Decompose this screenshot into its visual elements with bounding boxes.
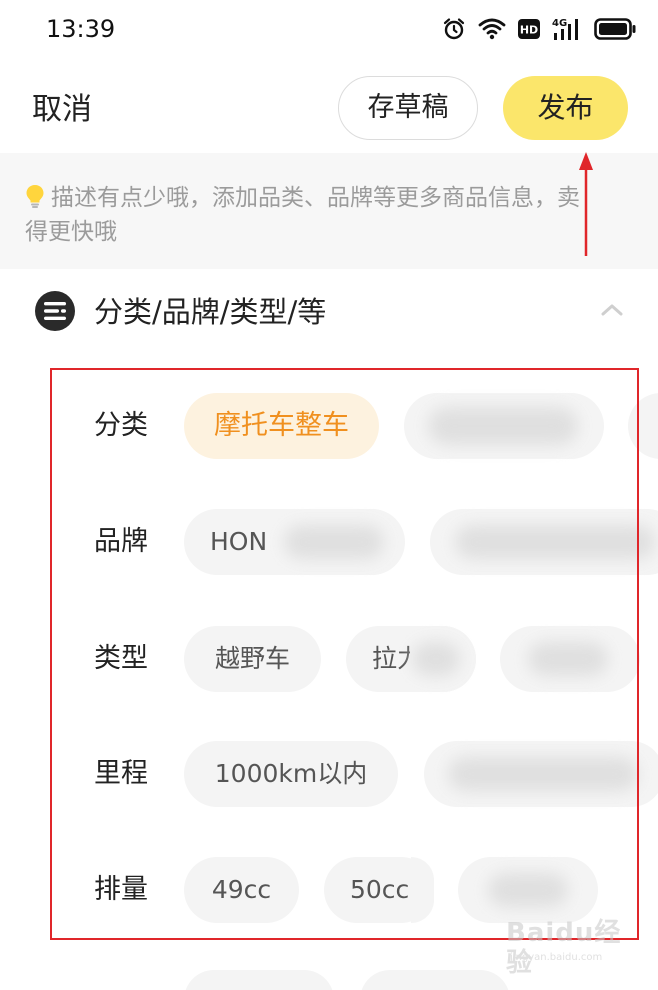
status-time: 13:39: [46, 15, 116, 43]
tip-text: 描述有点少哦，添加品类、品牌等更多商品信息，卖得更快哦: [25, 185, 580, 245]
list-icon: [35, 291, 75, 331]
chevron-up-icon[interactable]: [598, 298, 626, 322]
annotation-box: [50, 368, 639, 940]
hd-icon: HD: [518, 19, 540, 39]
save-draft-button[interactable]: 存草稿: [338, 76, 478, 140]
cancel-button[interactable]: 取消: [32, 90, 92, 130]
wifi-icon: [478, 18, 506, 40]
watermark-subtext: jingyan.baidu.com: [510, 952, 603, 963]
svg-text:HD: HD: [520, 24, 538, 37]
4g-signal-icon: 4G: [552, 17, 582, 41]
tip-banner: 描述有点少哦，添加品类、品牌等更多商品信息，卖得更快哦: [0, 153, 658, 269]
watermark: Baidu经验 jingyan.baidu.com: [506, 918, 636, 978]
publish-button[interactable]: 发布: [503, 76, 628, 140]
alarm-icon: [442, 17, 466, 41]
status-bar: 13:39 HD 4G: [0, 0, 658, 58]
chip-option-cut[interactable]: [360, 970, 510, 990]
svg-text:4G: 4G: [552, 18, 567, 29]
screen: 13:39 HD 4G 取消 存草稿 发布 描述有点少哦，添加品类、品牌等更多商…: [0, 0, 658, 990]
section-title: 分类/品牌/类型/等: [94, 295, 327, 329]
status-icons: HD 4G: [442, 15, 636, 43]
annotation-arrow: [579, 152, 593, 256]
battery-icon: [594, 18, 636, 40]
tip-text-wrapper: 描述有点少哦，添加品类、品牌等更多商品信息，卖得更快哦: [25, 181, 600, 249]
lightbulb-icon: [26, 185, 44, 208]
chip-option-cut[interactable]: [184, 970, 334, 990]
top-bar: 取消 存草稿 发布: [0, 70, 658, 150]
watermark-text: Baidu经验: [506, 918, 622, 978]
section-header[interactable]: 分类/品牌/类型/等: [0, 280, 658, 344]
